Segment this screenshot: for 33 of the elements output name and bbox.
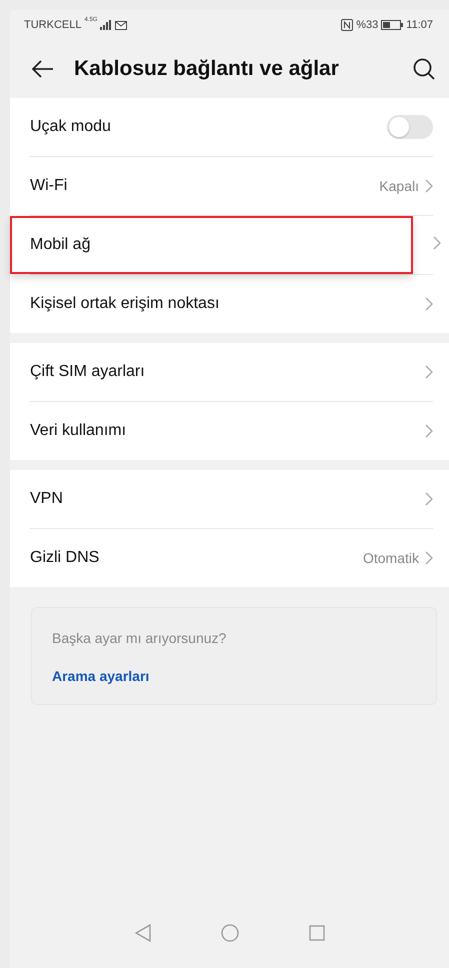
settings-row[interactable]: VPN [10, 470, 449, 528]
settings-row[interactable]: Wi-Fi Kapalı [10, 157, 449, 215]
chevron-right-icon [425, 297, 433, 311]
setting-value: Otomatik [362, 550, 419, 566]
chevron-right-icon [425, 424, 433, 438]
settings-row[interactable]: Gizli DNS Otomatik [10, 529, 449, 587]
back-triangle-icon[interactable] [134, 924, 150, 942]
nfc-icon [341, 19, 354, 31]
chevron-right-icon [425, 365, 433, 379]
settings-row[interactable]: Veri kullanımı [10, 402, 449, 460]
signal-icon [100, 20, 112, 30]
home-circle-icon[interactable] [220, 924, 238, 942]
chevron-right-icon [425, 179, 433, 193]
battery-percent: %33 [356, 19, 378, 31]
highlighted-settings-row[interactable]: Mobil ağ [10, 216, 413, 274]
settings-row[interactable]: Uçak modu [10, 98, 449, 156]
page-title: Kablosuz bağlantı ve ağlar [74, 57, 340, 81]
chevron-right-icon [425, 492, 433, 506]
search-button[interactable] [413, 58, 435, 80]
back-button[interactable] [32, 60, 54, 78]
recents-square-icon[interactable] [308, 925, 324, 941]
mail-icon [115, 20, 128, 30]
settings-row[interactable]: Kişisel ortak erişim noktası [10, 275, 449, 333]
chevron-right-icon [425, 551, 433, 565]
clock-time: 11:07 [406, 19, 433, 31]
chevron-right-icon [433, 236, 441, 250]
search-settings-link[interactable]: Arama ayarları [52, 668, 416, 684]
battery-icon [381, 20, 404, 30]
toggle-switch[interactable] [387, 115, 433, 139]
settings-row[interactable]: Çift SIM ayarları [10, 343, 449, 401]
setting-value: Kapalı [379, 178, 419, 194]
carrier-name: TURKCELL [24, 19, 82, 31]
suggestion-question: Başka ayar mı arıyorsunuz? [52, 630, 228, 646]
